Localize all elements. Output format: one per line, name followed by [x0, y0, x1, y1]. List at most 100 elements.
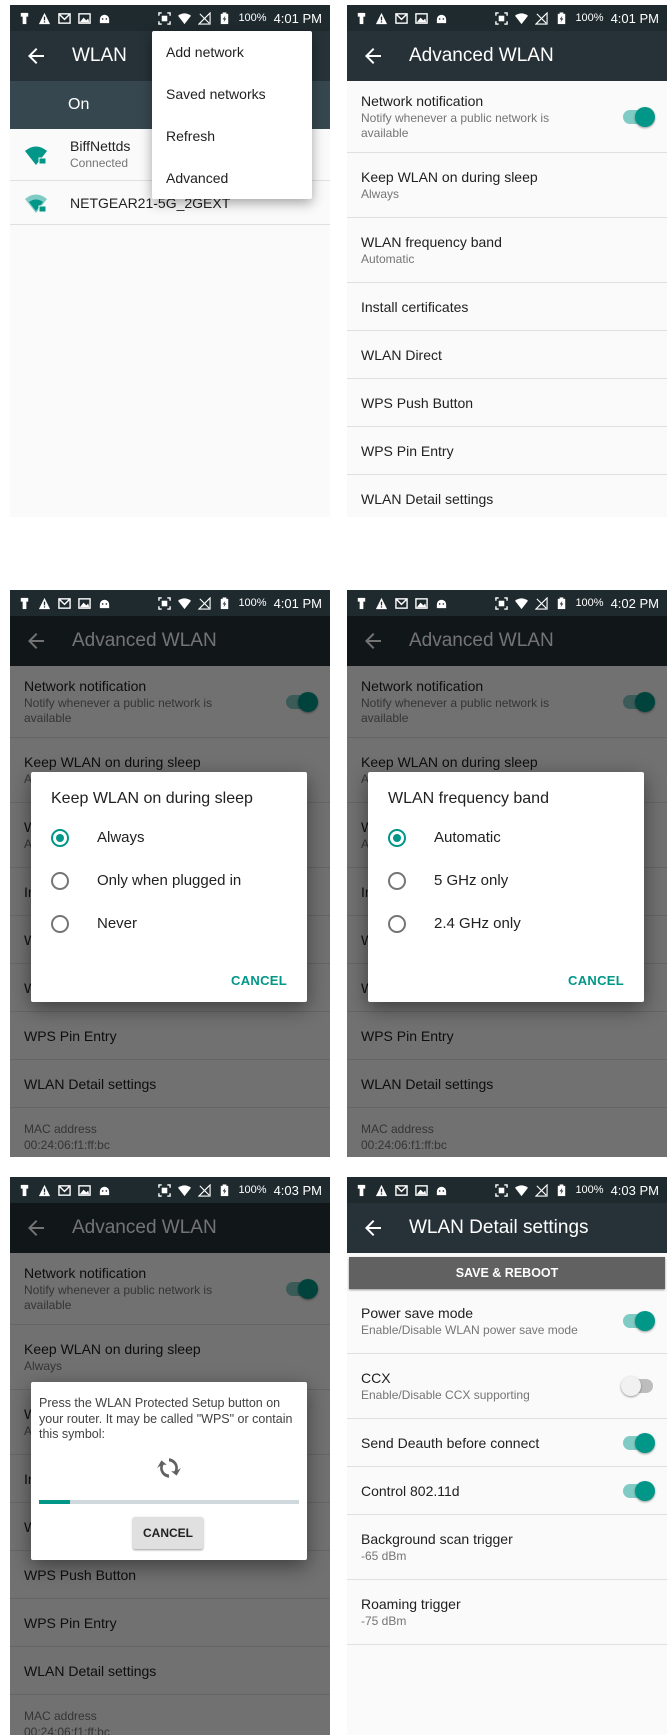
status-bar: 100% 4:03 PM [10, 1177, 330, 1203]
frequency-band-dialog: WLAN frequency band Automatic 5 GHz only… [368, 772, 644, 1002]
setting-title: WLAN frequency band [361, 233, 502, 250]
network-status: Connected [70, 156, 129, 171]
detail-setting-item[interactable]: Power save mode Enable/Disable WLAN power… [347, 1289, 667, 1354]
wifi-icon [515, 1184, 529, 1196]
setting-keep-on-sleep[interactable]: Keep WLAN on during sleepAlways [347, 153, 667, 218]
image-icon [415, 12, 428, 24]
setting-title: WLAN Direct [361, 346, 442, 363]
warning-icon [38, 597, 51, 609]
setting-subtitle: Enable/Disable WLAN power save mode [361, 1322, 578, 1337]
setting-frequency-band[interactable]: WLAN frequency bandAutomatic [347, 218, 667, 283]
sleep-policy-dialog: Keep WLAN on during sleep Always Only wh… [31, 772, 307, 1002]
cancel-button[interactable]: CANCEL [568, 973, 624, 988]
android-icon [99, 1186, 110, 1195]
setting-install-certificates[interactable]: Install certificates [347, 283, 667, 331]
detail-setting-item[interactable]: CCX Enable/Disable CCX supporting [347, 1354, 667, 1419]
clock: 4:02 PM [610, 595, 659, 611]
warning-icon [375, 1184, 388, 1196]
radio-label: Always [97, 829, 145, 846]
image-icon [78, 1184, 91, 1196]
wifi-icon [515, 597, 529, 609]
usb-debug-icon [20, 12, 29, 24]
detail-setting-item[interactable]: Background scan trigger -65 dBm [347, 1515, 667, 1580]
detail-setting-item[interactable]: Roaming trigger -75 dBm [347, 1580, 667, 1645]
toggle-switch[interactable] [623, 106, 655, 127]
battery-percent: 100% [575, 1184, 604, 1196]
screen-detail-settings: 100% 4:03 PM WLAN Detail settings SAVE &… [347, 1177, 667, 1735]
radio-checked-icon [51, 828, 69, 847]
no-signal-icon [198, 1183, 212, 1197]
mail-icon [395, 597, 408, 609]
save-reboot-button[interactable]: SAVE & REBOOT [349, 1257, 665, 1289]
warning-icon [375, 597, 388, 609]
battery-charging-icon [558, 596, 566, 609]
battery-percent: 100% [575, 12, 604, 24]
clock: 4:01 PM [610, 10, 659, 26]
menu-item-saved-networks[interactable]: Saved networks [152, 73, 312, 115]
no-signal-icon [535, 11, 549, 25]
scanner-icon [158, 596, 172, 610]
setting-wps-pin[interactable]: WPS Pin Entry [347, 427, 667, 475]
detail-setting-item[interactable]: Send Deauth before connect [347, 1419, 667, 1467]
usb-debug-icon [357, 1184, 366, 1196]
radio-option-5ghz[interactable]: 5 GHz only [368, 859, 644, 902]
wps-message: Press the WLAN Protected Setup button on… [39, 1396, 293, 1442]
menu-item-refresh[interactable]: Refresh [152, 115, 312, 157]
wifi-icon [178, 1184, 192, 1196]
android-icon [436, 599, 447, 608]
back-arrow-icon[interactable] [24, 44, 48, 68]
toggle-switch[interactable] [621, 1376, 653, 1396]
status-bar: 100% 4:03 PM [347, 1177, 667, 1203]
cancel-button[interactable]: CANCEL [231, 973, 287, 988]
setting-wlan-direct[interactable]: WLAN Direct [347, 331, 667, 379]
toggle-knob [621, 1376, 641, 1396]
screen-wlan: 100% 4:01 PM WLAN On BiffNettds Connecte… [10, 5, 330, 517]
battery-percent: 100% [238, 12, 267, 24]
battery-percent: 100% [238, 1184, 267, 1196]
toggle-knob [635, 106, 655, 127]
scanner-icon [158, 11, 172, 25]
back-arrow-icon[interactable] [361, 44, 385, 68]
radio-option-never[interactable]: Never [31, 902, 307, 945]
clock: 4:01 PM [273, 595, 322, 611]
toggle-switch[interactable] [623, 1432, 655, 1453]
scanner-icon [158, 1183, 172, 1197]
wifi-icon [515, 12, 529, 24]
radio-unchecked-icon [388, 871, 406, 890]
setting-subtitle: Enable/Disable CCX supporting [361, 1387, 530, 1402]
menu-item-advanced[interactable]: Advanced [152, 157, 312, 199]
android-icon [99, 599, 110, 608]
radio-option-always[interactable]: Always [31, 816, 307, 859]
setting-title: Background scan trigger [361, 1530, 513, 1547]
android-icon [436, 14, 447, 23]
android-icon [436, 1186, 447, 1195]
mail-icon [58, 597, 71, 609]
overflow-menu: Add network Saved networks Refresh Advan… [152, 31, 312, 199]
mail-icon [58, 12, 71, 24]
screen-sleep-dialog: 100% 4:01 PM Advanced WLAN Network notif… [10, 590, 330, 1157]
toggle-switch[interactable] [623, 1311, 655, 1331]
cancel-button[interactable]: CANCEL [133, 1517, 203, 1549]
dialog-title: Keep WLAN on during sleep [51, 790, 253, 807]
setting-wps-push[interactable]: WPS Push Button [347, 379, 667, 427]
setting-network-notification[interactable]: Network notificationNotify whenever a pu… [347, 81, 667, 153]
setting-title: Power save mode [361, 1304, 474, 1321]
radio-option-automatic[interactable]: Automatic [368, 816, 644, 859]
menu-item-add-network[interactable]: Add network [152, 31, 312, 73]
setting-detail-settings[interactable]: WLAN Detail settings [347, 475, 667, 517]
back-arrow-icon[interactable] [361, 1216, 385, 1240]
status-bar: 100% 4:01 PM [347, 5, 667, 31]
wps-dialog: Press the WLAN Protected Setup button on… [31, 1382, 307, 1560]
page-title: WLAN [72, 45, 127, 66]
detail-setting-item[interactable]: Control 802.11d [347, 1467, 667, 1515]
radio-option-2-4ghz[interactable]: 2.4 GHz only [368, 902, 644, 945]
radio-option-plugged-in[interactable]: Only when plugged in [31, 859, 307, 902]
app-bar: Advanced WLAN [347, 31, 667, 81]
battery-charging-icon [558, 1183, 566, 1196]
mail-icon [395, 1184, 408, 1196]
wifi-icon [178, 597, 192, 609]
toggle-switch[interactable] [623, 1480, 655, 1501]
image-icon [78, 12, 91, 24]
setting-title: Install certificates [361, 298, 469, 315]
setting-title: Send Deauth before connect [361, 1434, 540, 1451]
